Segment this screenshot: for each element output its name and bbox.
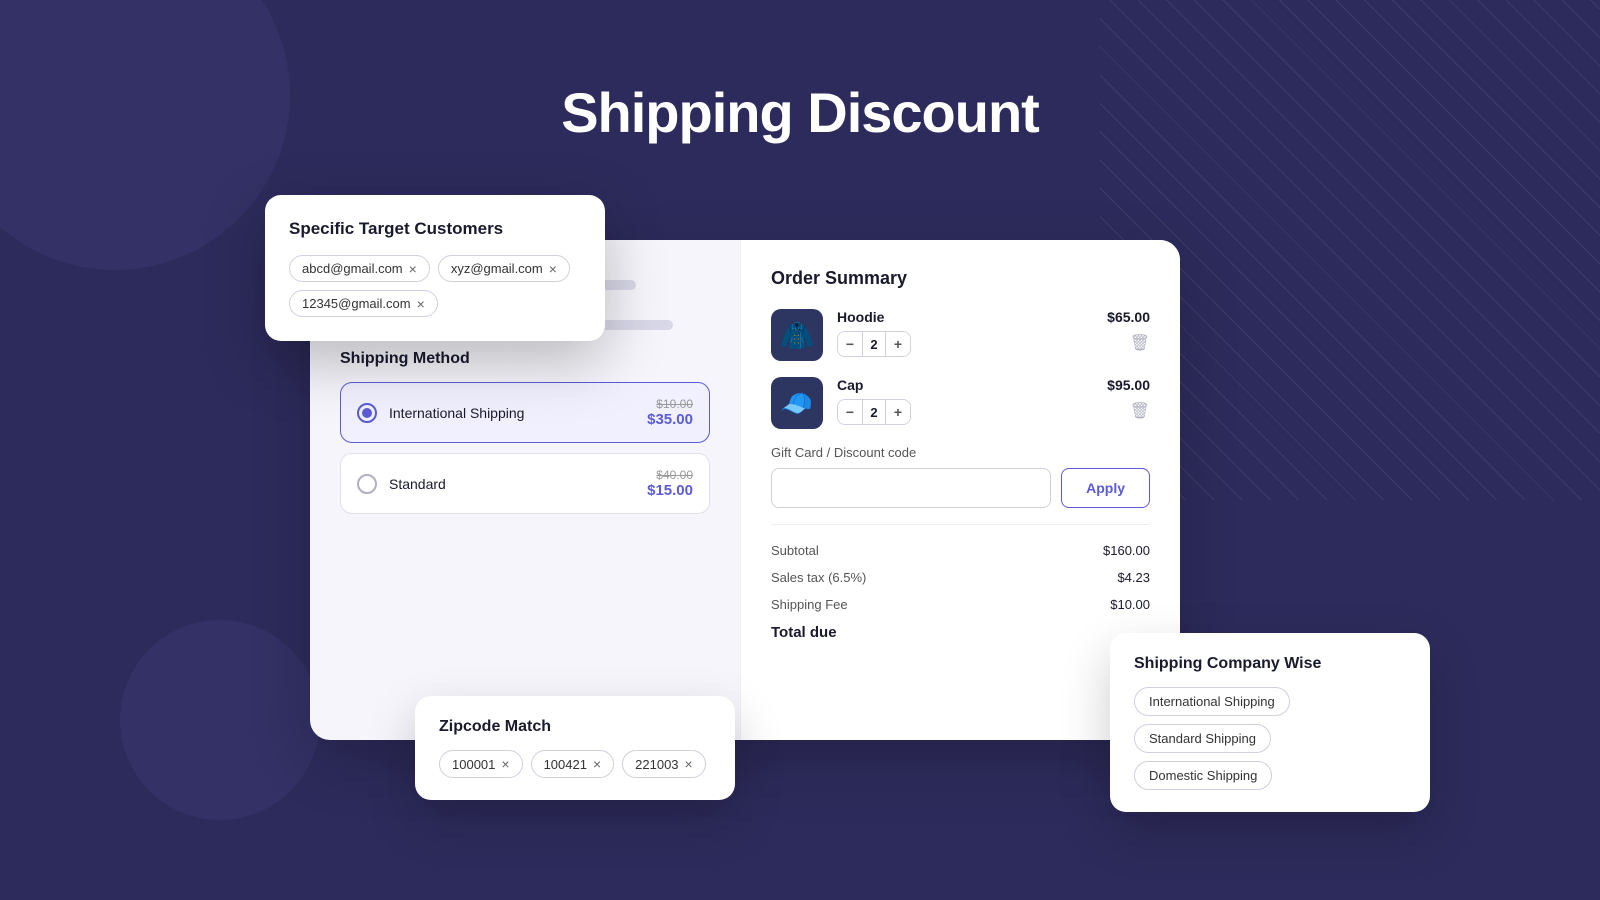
cap-delete-icon[interactable]: 🗑 [1130, 401, 1150, 421]
hoodie-qty-value: 2 [862, 332, 886, 356]
tax-row: Sales tax (6.5%) $4.23 [771, 564, 1150, 591]
email-tags-container: abcd@gmail.com × xyz@gmail.com × 12345@g… [289, 255, 581, 317]
remove-email-1-icon[interactable]: × [549, 262, 557, 276]
apply-button[interactable]: Apply [1061, 468, 1150, 508]
shipping-price-international: $10.00 $35.00 [647, 397, 693, 428]
cap-icon: 🧢 [781, 388, 813, 419]
shipping-name-standard: Standard [389, 476, 635, 492]
company-tag-domestic[interactable]: Domestic Shipping [1134, 761, 1272, 790]
discount-section: Gift Card / Discount code Apply [771, 445, 1150, 508]
company-tag-standard[interactable]: Standard Shipping [1134, 724, 1271, 753]
company-tag-value: International Shipping [1149, 694, 1275, 709]
zipcode-tag-value: 221003 [635, 757, 678, 772]
cap-price-block: $95.00 🗑 [1107, 377, 1150, 421]
zipcode-card: Zipcode Match 100001 × 100421 × 221003 × [415, 696, 735, 800]
tax-value: $4.23 [1117, 570, 1150, 585]
target-customers-card: Specific Target Customers abcd@gmail.com… [265, 195, 605, 341]
shipping-method-title: Shipping Method [340, 350, 710, 368]
subtotal-label: Subtotal [771, 543, 819, 558]
radio-international[interactable] [357, 403, 377, 423]
shipping-fee-row: Shipping Fee $10.00 [771, 591, 1150, 618]
cap-qty-increase[interactable]: + [886, 400, 910, 424]
zipcode-tag[interactable]: 100421 × [531, 750, 615, 778]
email-tag[interactable]: 12345@gmail.com × [289, 290, 438, 317]
cap-qty-value: 2 [862, 400, 886, 424]
hoodie-qty-control[interactable]: − 2 + [837, 331, 911, 357]
zipcode-tag-value: 100421 [544, 757, 587, 772]
bg-decoration-2 [120, 620, 320, 820]
company-tag-international[interactable]: International Shipping [1134, 687, 1290, 716]
cap-price: $95.00 [1107, 377, 1150, 393]
hoodie-icon: 🧥 [780, 319, 815, 352]
original-price-standard: $40.00 [647, 468, 693, 482]
hoodie-image: 🧥 [771, 309, 823, 361]
shipping-company-title: Shipping Company Wise [1134, 655, 1406, 673]
total-due-label: Total due [771, 624, 837, 641]
discounted-price-international: $35.00 [647, 411, 693, 428]
target-customers-title: Specific Target Customers [289, 219, 581, 239]
zipcode-tag[interactable]: 221003 × [622, 750, 706, 778]
order-totals: Subtotal $160.00 Sales tax (6.5%) $4.23 … [771, 524, 1150, 647]
total-due-row: Total due [771, 618, 1150, 647]
subtotal-row: Subtotal $160.00 [771, 537, 1150, 564]
remove-email-2-icon[interactable]: × [417, 297, 425, 311]
shipping-option-international[interactable]: International Shipping $10.00 $35.00 [340, 382, 710, 443]
original-price-international: $10.00 [647, 397, 693, 411]
order-summary-title: Order Summary [771, 268, 1150, 289]
shipping-fee-label: Shipping Fee [771, 597, 848, 612]
company-tags-container: International Shipping Standard Shipping… [1134, 687, 1406, 790]
email-tag[interactable]: abcd@gmail.com × [289, 255, 430, 282]
remove-email-0-icon[interactable]: × [409, 262, 417, 276]
page-title: Shipping Discount [0, 80, 1600, 145]
discount-label: Gift Card / Discount code [771, 445, 1150, 460]
discount-row: Apply [771, 468, 1150, 508]
cap-image: 🧢 [771, 377, 823, 429]
order-item-hoodie: 🧥 Hoodie − 2 + $65.00 🗑 [771, 309, 1150, 361]
remove-zipcode-2-icon[interactable]: × [685, 756, 693, 772]
shipping-company-card: Shipping Company Wise International Ship… [1110, 633, 1430, 812]
order-item-cap: 🧢 Cap − 2 + $95.00 🗑 [771, 377, 1150, 429]
remove-zipcode-1-icon[interactable]: × [593, 756, 601, 772]
hoodie-name: Hoodie [837, 309, 1093, 325]
email-tag-value: abcd@gmail.com [302, 261, 403, 276]
email-tag-value: xyz@gmail.com [451, 261, 543, 276]
radio-standard[interactable] [357, 474, 377, 494]
cap-qty-decrease[interactable]: − [838, 400, 862, 424]
zipcode-tags-container: 100001 × 100421 × 221003 × [439, 750, 711, 778]
hoodie-qty-decrease[interactable]: − [838, 332, 862, 356]
hoodie-delete-icon[interactable]: 🗑 [1130, 333, 1150, 353]
shipping-name-international: International Shipping [389, 405, 635, 421]
cap-qty-control[interactable]: − 2 + [837, 399, 911, 425]
shipping-method-section: Shipping Method International Shipping $… [340, 350, 710, 514]
email-tag[interactable]: xyz@gmail.com × [438, 255, 570, 282]
shipping-price-standard: $40.00 $15.00 [647, 468, 693, 499]
company-tag-value: Domestic Shipping [1149, 768, 1257, 783]
hoodie-price-block: $65.00 🗑 [1107, 309, 1150, 353]
cap-details: Cap − 2 + [837, 377, 1093, 425]
shipping-option-standard[interactable]: Standard $40.00 $15.00 [340, 453, 710, 514]
zipcode-card-title: Zipcode Match [439, 718, 711, 736]
hoodie-qty-increase[interactable]: + [886, 332, 910, 356]
hoodie-price: $65.00 [1107, 309, 1150, 325]
discounted-price-standard: $15.00 [647, 482, 693, 499]
cap-name: Cap [837, 377, 1093, 393]
hoodie-details: Hoodie − 2 + [837, 309, 1093, 357]
discount-input[interactable] [771, 468, 1051, 508]
company-tag-value: Standard Shipping [1149, 731, 1256, 746]
zipcode-tag-value: 100001 [452, 757, 495, 772]
shipping-fee-value: $10.00 [1110, 597, 1150, 612]
email-tag-value: 12345@gmail.com [302, 296, 411, 311]
subtotal-value: $160.00 [1103, 543, 1150, 558]
tax-label: Sales tax (6.5%) [771, 570, 866, 585]
remove-zipcode-0-icon[interactable]: × [501, 756, 509, 772]
zipcode-tag[interactable]: 100001 × [439, 750, 523, 778]
